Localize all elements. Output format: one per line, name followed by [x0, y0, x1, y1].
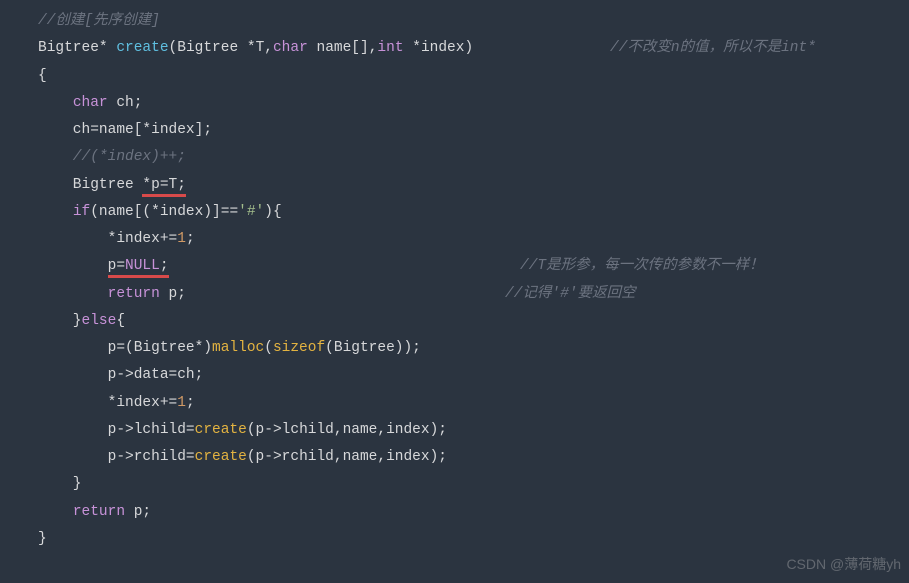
- punct: ;: [186, 231, 195, 247]
- code-line-13: p=(Bigtree*)malloc(sizeof(Bigtree));: [38, 335, 909, 362]
- code-line-18: }: [38, 471, 909, 498]
- punct: *: [404, 40, 421, 56]
- brace: }: [38, 476, 82, 492]
- code-line-17: p->rchild=create(p->rchild,name,index);: [38, 444, 909, 471]
- brace: }: [38, 531, 47, 547]
- code-text: p=(Bigtree*): [38, 340, 212, 356]
- keyword: return: [73, 504, 125, 520]
- type-name: Bigtree: [38, 40, 99, 56]
- code-line-1: //创建[先序创建]: [38, 8, 909, 35]
- number-literal: 1: [177, 395, 186, 411]
- string-literal: '#': [238, 204, 264, 220]
- punct: *: [247, 40, 256, 56]
- param: T: [256, 40, 265, 56]
- brace: {: [116, 313, 125, 329]
- code-line-16: p->lchild=create(p->lchild,name,index);: [38, 417, 909, 444]
- param: index: [421, 40, 465, 56]
- code-line-2: Bigtree* create(Bigtree *T,char name[],i…: [38, 35, 909, 62]
- inline-comment: //不改变n的值，所以不是int*: [610, 35, 816, 62]
- code-line-12: }else{: [38, 308, 909, 335]
- keyword: if: [73, 204, 90, 220]
- keyword: int: [377, 40, 403, 56]
- indent: [38, 258, 108, 274]
- keyword: else: [82, 313, 117, 329]
- punct: ;: [186, 395, 195, 411]
- code-text: p;: [160, 286, 186, 302]
- keyword: return: [108, 286, 160, 302]
- function-name: create: [116, 40, 168, 56]
- code-text: p->data=ch;: [38, 367, 203, 383]
- code-line-5: ch=name[*index];: [38, 117, 909, 144]
- code-text: *index+=: [38, 231, 177, 247]
- code-text: p->rchild=: [38, 449, 195, 465]
- code-line-15: *index+=1;: [38, 390, 909, 417]
- code-text: ch=name[*index];: [38, 122, 212, 138]
- comment-text: //创建[先序创建]: [38, 13, 160, 29]
- code-text: (p->rchild,name,index);: [247, 449, 447, 465]
- code-text: p;: [125, 504, 151, 520]
- brace: }: [38, 313, 82, 329]
- code-text: (Bigtree));: [325, 340, 421, 356]
- type-name: Bigtree: [177, 40, 247, 56]
- number-literal: 1: [177, 231, 186, 247]
- code-line-9: *index+=1;: [38, 226, 909, 253]
- watermark-text: CSDN @薄荷糖yh: [786, 551, 901, 577]
- code-text: *index+=: [38, 395, 177, 411]
- punct: *: [99, 40, 108, 56]
- keyword: char: [273, 40, 308, 56]
- punct: ): [464, 40, 473, 56]
- code-text: (name[(*index)]==: [90, 204, 238, 220]
- inline-comment: //记得'#'要返回空: [505, 281, 636, 308]
- function-call: create: [195, 449, 247, 465]
- code-line-8: if(name[(*index)]=='#'){: [38, 199, 909, 226]
- punct: ;: [160, 258, 169, 274]
- function-call: malloc: [212, 340, 264, 356]
- code-text: p=: [108, 258, 125, 274]
- code-line-19: return p;: [38, 499, 909, 526]
- code-line-4: char ch;: [38, 90, 909, 117]
- punct: (: [264, 340, 273, 356]
- code-line-14: p->data=ch;: [38, 362, 909, 389]
- code-line-7: Bigtree *p=T;: [38, 172, 909, 199]
- code-text: ch;: [108, 95, 143, 111]
- code-line-3: {: [38, 63, 909, 90]
- code-text: Bigtree: [38, 177, 142, 193]
- function-call: sizeof: [273, 340, 325, 356]
- keyword: char: [73, 95, 108, 111]
- param: name[]: [308, 40, 369, 56]
- punct: ,: [264, 40, 273, 56]
- code-line-6: //(*index)++;: [38, 144, 909, 171]
- code-text: ){: [264, 204, 281, 220]
- punct: (: [169, 40, 178, 56]
- code-line-20: }: [38, 526, 909, 553]
- code-line-11: return p; //记得'#'要返回空: [38, 281, 909, 308]
- highlighted-code: p=NULL;: [108, 258, 169, 278]
- inline-comment: //T是形参，每一次传的参数不一样！: [520, 253, 764, 280]
- code-text: (p->lchild,name,index);: [247, 422, 447, 438]
- code-text: p->lchild=: [38, 422, 195, 438]
- brace: {: [38, 68, 47, 84]
- highlighted-code: *p=T;: [142, 177, 186, 197]
- comment-text: //(*index)++;: [38, 149, 186, 165]
- function-call: create: [195, 422, 247, 438]
- null-constant: NULL: [125, 258, 160, 274]
- code-line-10: p=NULL; //T是形参，每一次传的参数不一样！: [38, 253, 909, 280]
